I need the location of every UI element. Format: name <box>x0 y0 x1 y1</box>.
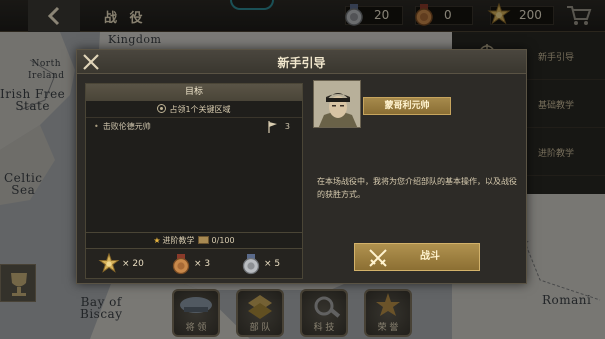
bullet-icon: • <box>94 122 99 131</box>
objective-target: 占领1个关键区域 <box>86 101 302 118</box>
silver-medal-icon <box>242 254 260 275</box>
reward-value: × 3 <box>194 259 211 269</box>
objective-item: • 击败伦德元帅 3 <box>86 118 302 136</box>
flag-icon <box>268 121 277 133</box>
progress-label: 进阶教学 <box>162 236 195 245</box>
rewards-row: × 20 × 3 × 5 <box>85 249 303 279</box>
crossed-swords-icon <box>369 249 387 267</box>
fight-button[interactable]: 战斗 <box>354 243 480 271</box>
bronze-medal-icon <box>172 254 190 275</box>
objective-panel: 目标 占领1个关键区域 • 击败伦德元帅 3 <box>85 83 303 233</box>
advanced-teaching-progress: ★ 进阶教学 0/100 <box>85 233 303 249</box>
objective-item-text: 击败伦德元帅 <box>102 122 151 131</box>
dialog-title: 新手引导 <box>277 56 326 70</box>
gold-star-medal-icon <box>98 253 120 273</box>
chest-icon <box>197 236 209 244</box>
target-icon <box>157 104 167 113</box>
reward-value: × 5 <box>264 259 281 269</box>
reward-gold-star: × 20 <box>98 253 154 275</box>
commander-avatar-icon <box>314 81 360 127</box>
objective-item-count: 3 <box>284 122 290 131</box>
tutorial-dialog: 新手引导 目标 占领1个关键区域 • 击败伦德元帅 3 ★ 进阶教学 0/100 × … <box>76 49 527 284</box>
progress-value: 0/100 <box>211 236 235 245</box>
objective-header: 目标 <box>86 84 302 101</box>
dialog-header: 新手引导 <box>77 50 526 74</box>
reward-silver-medal: × 5 <box>240 253 290 275</box>
commander-portrait <box>313 80 361 128</box>
objective-target-text: 占领1个关键区域 <box>169 105 231 114</box>
reward-value: × 20 <box>122 259 144 269</box>
briefing-description: 在本场战役中，我将为您介绍部队的基本操作，以及战役的获胜方式。 <box>317 177 517 199</box>
reward-bronze-medal: × 3 <box>170 253 220 275</box>
commander-name-badge: 蒙哥利元帅 <box>363 97 451 115</box>
fight-button-label: 战斗 <box>420 251 440 262</box>
star-icon: ★ <box>153 236 161 245</box>
